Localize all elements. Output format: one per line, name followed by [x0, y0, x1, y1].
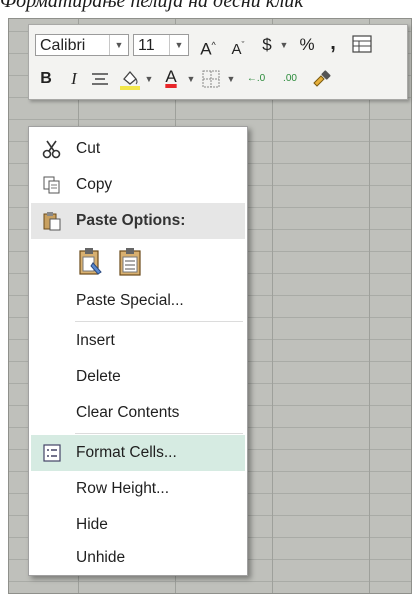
- paste-formatting-icon[interactable]: [77, 247, 105, 282]
- paste-values-icon[interactable]: [117, 247, 145, 282]
- menu-separator: [75, 321, 243, 322]
- menu-item-copy[interactable]: Copy: [31, 167, 245, 203]
- menu-item-label: Cut: [76, 140, 101, 157]
- decrease-font-size-button[interactable]: Aˇ: [225, 33, 251, 58]
- accounting-format-button[interactable]: $: [257, 33, 277, 57]
- context-menu: Cut Copy Paste Options: Paste Special...…: [28, 126, 248, 576]
- borders-dropdown-icon[interactable]: ▼: [225, 67, 237, 91]
- menu-separator: [75, 433, 243, 434]
- paste-icon: [41, 210, 63, 232]
- font-size-combo[interactable]: 11 ▼: [133, 34, 189, 56]
- accounting-dropdown-icon[interactable]: ▼: [277, 33, 291, 57]
- menu-item-label: Hide: [76, 516, 108, 533]
- paste-options-header: Paste Options:: [31, 203, 245, 239]
- menu-item-label: Paste Options:: [76, 212, 186, 229]
- chevron-down-icon: ▼: [109, 35, 128, 55]
- menu-item-hide[interactable]: Hide: [31, 507, 245, 543]
- comma-style-button[interactable]: ,: [323, 31, 343, 55]
- menu-item-delete[interactable]: Delete: [31, 359, 245, 395]
- caption: Форматирање ћелија на десни клик: [0, 0, 304, 12]
- menu-item-insert[interactable]: Insert: [31, 323, 245, 359]
- font-name-value: Calibri: [40, 37, 86, 54]
- menu-item-format-cells[interactable]: Format Cells...: [31, 435, 245, 471]
- increase-decimal-button[interactable]: ←.0: [241, 67, 271, 91]
- format-cells-icon: [41, 442, 63, 464]
- font-color-dropdown-icon[interactable]: ▼: [185, 67, 197, 91]
- menu-item-label: Format Cells...: [76, 444, 177, 461]
- italic-button[interactable]: I: [63, 67, 85, 91]
- decrease-decimal-button[interactable]: .00: [275, 67, 305, 91]
- mini-toolbar: Calibri ▼ 11 ▼ A^ Aˇ $ ▼ % , B I ▼ A ▼ ▼: [28, 24, 408, 100]
- scissors-icon: [41, 138, 63, 160]
- menu-item-label: Delete: [76, 368, 121, 385]
- paste-options-group: [73, 245, 163, 279]
- copy-icon: [41, 174, 63, 196]
- font-color-button[interactable]: A: [159, 65, 183, 89]
- increase-font-size-button[interactable]: A^: [195, 33, 221, 59]
- chevron-down-icon: ▼: [169, 35, 188, 55]
- menu-item-cut[interactable]: Cut: [31, 131, 245, 167]
- format-table-icon[interactable]: [351, 34, 375, 58]
- borders-icon[interactable]: [201, 69, 223, 93]
- fill-color-dropdown-icon[interactable]: ▼: [143, 67, 155, 91]
- bold-button[interactable]: B: [35, 67, 57, 91]
- center-align-icon[interactable]: [89, 69, 113, 93]
- fill-color-icon[interactable]: [117, 67, 143, 91]
- menu-item-label: Copy: [76, 176, 113, 193]
- menu-item-row-height[interactable]: Row Height...: [31, 471, 245, 507]
- menu-item-unhide[interactable]: Unhide: [31, 543, 245, 573]
- menu-item-clear-contents[interactable]: Clear Contents: [31, 395, 245, 431]
- menu-item-label: Clear Contents: [76, 404, 180, 421]
- menu-item-label: Insert: [76, 332, 115, 349]
- font-size-value: 11: [138, 37, 155, 54]
- font-name-combo[interactable]: Calibri ▼: [35, 34, 129, 56]
- format-painter-icon[interactable]: [311, 69, 335, 93]
- menu-item-label: Unhide: [76, 549, 126, 566]
- percent-style-button[interactable]: %: [295, 33, 319, 57]
- menu-item-paste-special[interactable]: Paste Special...: [31, 283, 245, 319]
- menu-item-label: Paste Special...: [76, 292, 184, 309]
- menu-item-label: Row Height...: [76, 480, 170, 497]
